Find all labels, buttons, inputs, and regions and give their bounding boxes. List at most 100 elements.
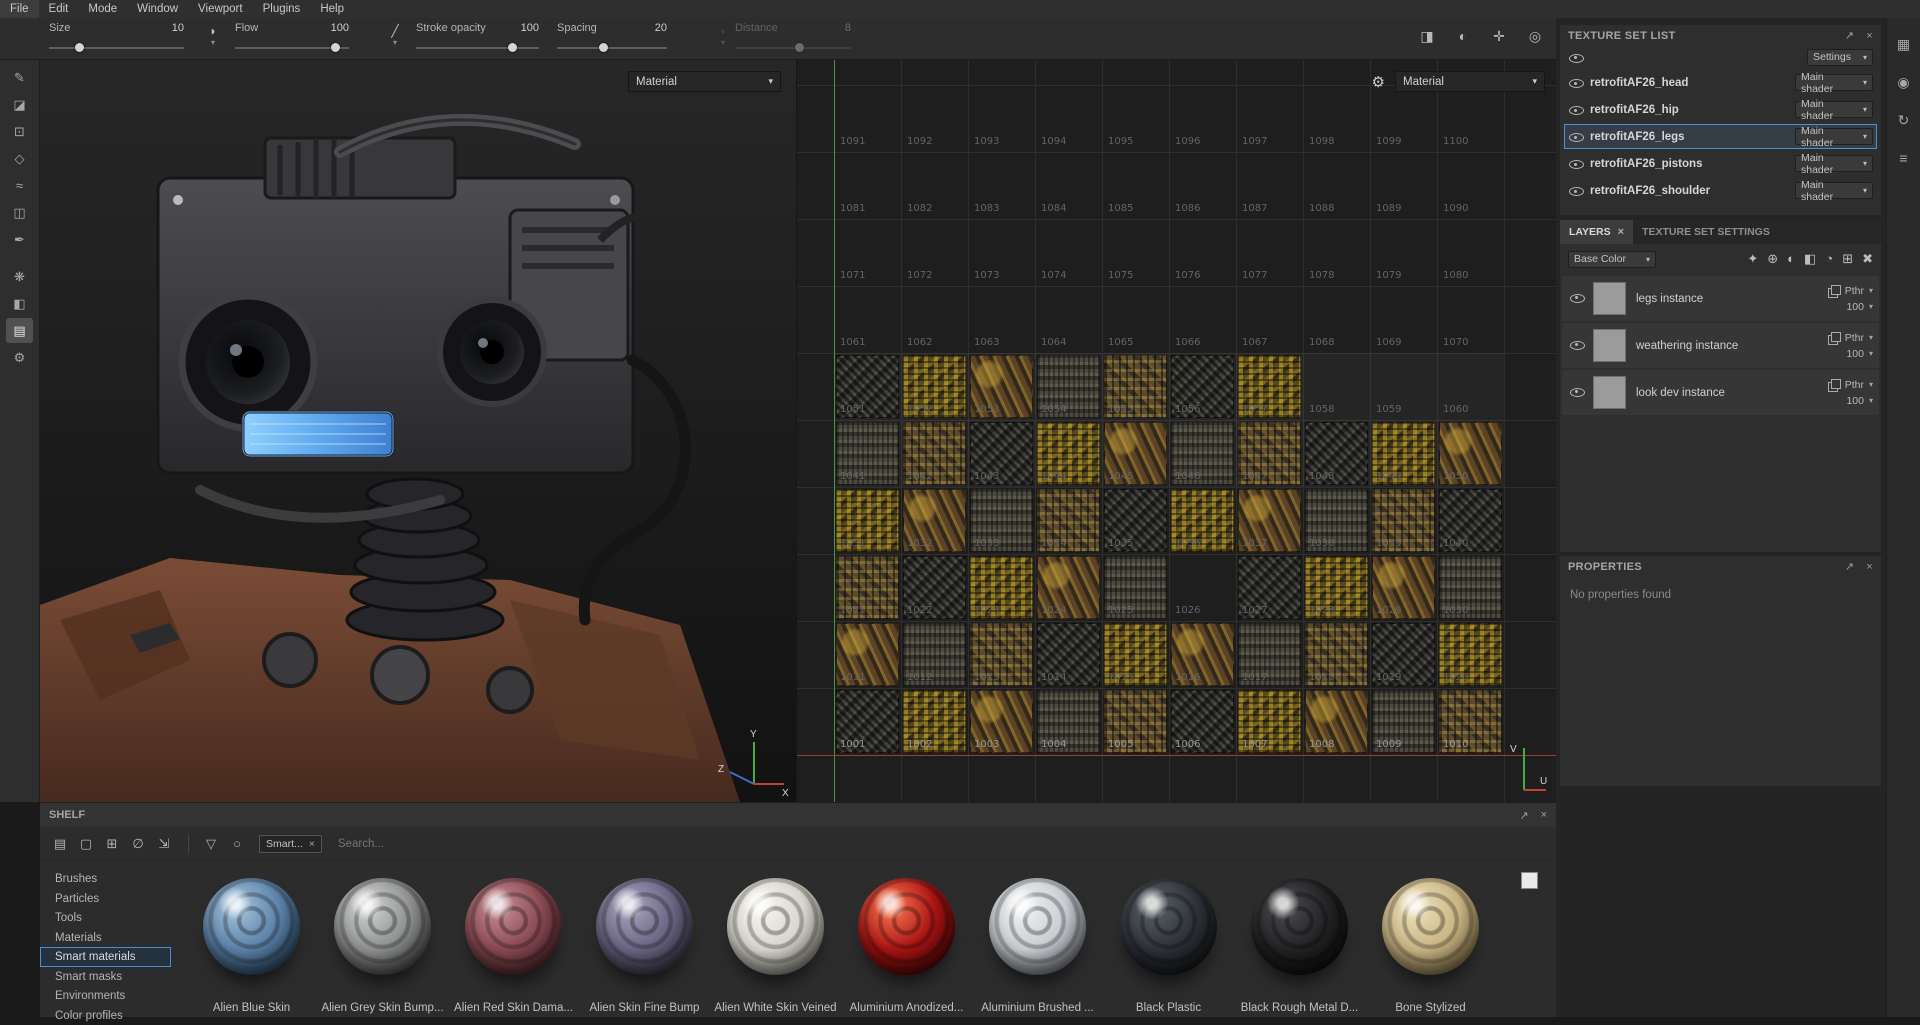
material-bone-stylized[interactable]: Bone Stylized xyxy=(1365,861,1496,1014)
smudge-tool[interactable]: ≈ xyxy=(6,173,33,198)
param-slider-spacing[interactable] xyxy=(557,43,667,53)
close-tab-icon[interactable]: × xyxy=(1618,226,1624,238)
screenshot-icon[interactable]: ◎ xyxy=(1523,24,1547,48)
layout-toggle-icon[interactable]: ◨ xyxy=(1415,24,1439,48)
visibility-eye-icon[interactable] xyxy=(1569,290,1585,305)
texture-set-row-retrofitaf26-pistons[interactable]: retrofitAF26_pistonsMain shader▾ xyxy=(1564,151,1877,176)
viewport-3d[interactable]: Material ▾ Y X Z xyxy=(40,60,796,802)
gear-icon[interactable]: ⚙ xyxy=(1372,73,1385,91)
filter-icon[interactable]: ▽ xyxy=(199,833,223,855)
shelf-display-toggle[interactable] xyxy=(1521,872,1538,889)
param-slider-flow[interactable] xyxy=(235,43,349,53)
polygon-fill-tool[interactable]: ◇ xyxy=(6,146,33,171)
shelf-category-smart-masks[interactable]: Smart masks xyxy=(40,967,171,987)
visibility-eye-icon[interactable] xyxy=(1569,384,1585,399)
visibility-eye-icon[interactable] xyxy=(1568,75,1584,90)
stroke-profile-icon[interactable]: ╱▾ xyxy=(384,26,406,48)
shader-select[interactable]: Main shader▾ xyxy=(1795,74,1873,91)
new-resource-icon[interactable]: ▢ xyxy=(74,833,98,855)
slider-knob[interactable] xyxy=(599,43,608,52)
paint-tool[interactable]: ✎ xyxy=(6,65,33,90)
clone-tool[interactable]: ◫ xyxy=(6,200,33,225)
shelf-category-particles[interactable]: Particles xyxy=(40,889,171,909)
remove-filter-icon[interactable]: × xyxy=(309,838,315,850)
material-alien-grey-skin-bump[interactable]: Alien Grey Skin Bump... xyxy=(317,861,448,1014)
eraser-tool[interactable]: ◪ xyxy=(6,92,33,117)
display-settings-icon[interactable]: ▦ xyxy=(1892,32,1916,56)
shader-settings-icon[interactable]: ◉ xyxy=(1892,70,1916,94)
toggle-all-visibility-icon[interactable] xyxy=(1568,50,1584,65)
material-aluminium-brushed[interactable]: Aluminium Brushed ... xyxy=(972,861,1103,1014)
blend-mode-select[interactable]: Pthr xyxy=(1845,379,1864,391)
visibility-eye-icon[interactable] xyxy=(1568,156,1584,171)
projection-tool[interactable]: ⊡ xyxy=(6,119,33,144)
tab-texture-set-settings[interactable]: TEXTURE SET SETTINGS xyxy=(1633,220,1779,244)
menu-edit[interactable]: Edit xyxy=(39,0,79,18)
shader-select[interactable]: Main shader▾ xyxy=(1795,155,1873,172)
close-icon[interactable]: × xyxy=(1866,561,1873,573)
duplicate-icon[interactable]: ⊞ xyxy=(100,833,124,855)
visibility-eye-icon[interactable] xyxy=(1568,102,1584,117)
add-fill-layer-icon[interactable]: ◧ xyxy=(1804,251,1816,266)
menu-help[interactable]: Help xyxy=(310,0,354,18)
param-slider-size[interactable] xyxy=(49,43,184,53)
close-icon[interactable]: × xyxy=(1541,809,1547,821)
shelf-category-brushes[interactable]: Brushes xyxy=(40,869,171,889)
menu-viewport[interactable]: Viewport xyxy=(188,0,253,18)
opacity-select[interactable]: 100 xyxy=(1846,395,1864,407)
render-mode-icon[interactable]: ◐ xyxy=(1451,24,1475,48)
shader-select[interactable]: Main shader▾ xyxy=(1795,128,1873,145)
distance-icon[interactable]: ◦▾ xyxy=(712,26,734,48)
texture-set-row-retrofitaf26-legs[interactable]: retrofitAF26_legsMain shader▾ xyxy=(1564,124,1877,149)
layer-row-look-dev-instance[interactable]: look dev instancePthr▾100▾ xyxy=(1562,370,1879,415)
blend-mode-select[interactable]: Pthr xyxy=(1845,285,1864,297)
param-slider-distance[interactable] xyxy=(735,43,851,53)
undock-icon[interactable]: ↗ xyxy=(1845,29,1855,42)
visibility-eye-icon[interactable] xyxy=(1568,129,1584,144)
viewport-2d-uv[interactable]: 1001100210031004100510061007100810091010… xyxy=(796,60,1556,802)
material-aluminium-anodized[interactable]: Aluminium Anodized... xyxy=(841,861,972,1014)
shelf-category-materials[interactable]: Materials xyxy=(40,928,171,948)
add-mask-icon[interactable]: ◐ xyxy=(1787,251,1795,266)
slider-knob[interactable] xyxy=(75,43,84,52)
shelf-category-smart-materials[interactable]: Smart materials xyxy=(40,947,171,967)
material-alien-skin-fine-bump[interactable]: Alien Skin Fine Bump xyxy=(579,861,710,1014)
material-picker-tool[interactable]: ✒ xyxy=(6,227,33,252)
blend-mode-select[interactable]: Pthr xyxy=(1845,332,1864,344)
slider-knob[interactable] xyxy=(795,43,804,52)
add-folder-icon[interactable]: ⊞ xyxy=(1842,251,1853,266)
material-black-rough-metal-d[interactable]: Black Rough Metal D... xyxy=(1234,861,1365,1014)
menu-plugins[interactable]: Plugins xyxy=(253,0,311,18)
material-mode-select-3d[interactable]: Material ▾ xyxy=(628,71,781,92)
channel-select[interactable]: Base Color ▾ xyxy=(1568,251,1656,268)
camera-icon[interactable]: ✛ xyxy=(1487,24,1511,48)
add-anchor-icon[interactable]: ⊕ xyxy=(1767,251,1778,266)
filter-chip[interactable]: Smart... × xyxy=(259,835,322,853)
shader-select[interactable]: Main shader▾ xyxy=(1795,182,1873,199)
slider-knob[interactable] xyxy=(508,43,517,52)
param-slider-stroke-opacity[interactable] xyxy=(416,43,539,53)
texture-set-settings-button[interactable]: Settings ▾ xyxy=(1807,49,1873,66)
layer-row-legs-instance[interactable]: legs instancePthr▾100▾ xyxy=(1562,276,1879,321)
import-resources-icon[interactable]: ⇲ xyxy=(152,833,176,855)
delete-layer-icon[interactable]: ✖ xyxy=(1862,251,1873,266)
texture-set-row-retrofitaf26-head[interactable]: retrofitAF26_headMain shader▾ xyxy=(1564,70,1877,95)
path-tool[interactable]: ◧ xyxy=(6,291,33,316)
visibility-eye-icon[interactable] xyxy=(1568,183,1584,198)
material-mode-select-2d[interactable]: Material ▾ xyxy=(1395,71,1545,92)
layer-row-weathering-instance[interactable]: weathering instancePthr▾100▾ xyxy=(1562,323,1879,368)
texture-set-row-retrofitaf26-hip[interactable]: retrofitAF26_hipMain shader▾ xyxy=(1564,97,1877,122)
visibility-eye-icon[interactable] xyxy=(1569,337,1585,352)
menu-mode[interactable]: Mode xyxy=(78,0,127,18)
add-effect-icon[interactable]: ✦ xyxy=(1747,251,1758,266)
texture-set-row-retrofitaf26-shoulder[interactable]: retrofitAF26_shoulderMain shader▾ xyxy=(1564,178,1877,203)
shelf-category-color-profiles[interactable]: Color profiles xyxy=(40,1006,171,1025)
tool-settings[interactable]: ⚙ xyxy=(6,345,33,370)
material-alien-red-skin-dama[interactable]: Alien Red Skin Dama... xyxy=(448,861,579,1014)
undock-icon[interactable]: ↗ xyxy=(1845,560,1855,573)
shelf-category-tools[interactable]: Tools xyxy=(40,908,171,928)
history-icon[interactable]: ↻ xyxy=(1892,108,1916,132)
menu-file[interactable]: File xyxy=(0,0,39,18)
opacity-select[interactable]: 100 xyxy=(1846,348,1864,360)
folder-icon[interactable]: ▤ xyxy=(48,833,72,855)
